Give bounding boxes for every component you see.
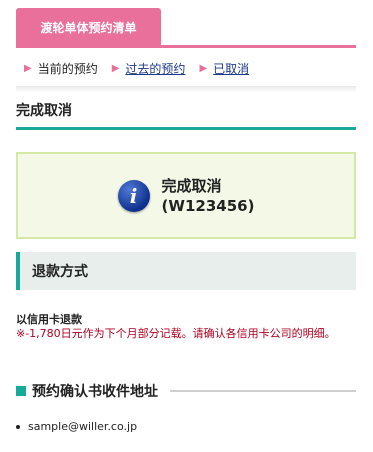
subnav-label: 已取消 [213, 61, 250, 76]
refund-heading: 退款方式 [16, 252, 356, 290]
subnav: ▶ 当前的预约 ▶ 过去的预约 ▶ 已取消 [16, 48, 356, 88]
subnav-cancelled[interactable]: ▶ 已取消 [199, 60, 249, 77]
page-title: 完成取消 [16, 103, 72, 119]
refund-method: 以信用卡退款 [16, 313, 82, 326]
arrow-right-icon: ▶ [199, 62, 208, 74]
subnav-past[interactable]: ▶ 过去的预约 [112, 60, 186, 77]
square-bullet-icon [16, 386, 26, 396]
notice-text: 完成取消 (W123456) [162, 176, 255, 216]
bullet-icon [16, 424, 20, 429]
subnav-label: 当前的预约 [37, 61, 98, 76]
reservation-list-tab[interactable]: 渡轮单体预约清单 [16, 8, 161, 46]
arrow-right-icon: ▶ [24, 62, 32, 74]
subnav-shadow [16, 86, 356, 92]
divider [170, 390, 356, 392]
notice-line1: 完成取消 [161, 176, 222, 195]
address-title: 预约确认书收件地址 [32, 384, 158, 400]
info-icon: i [117, 179, 150, 212]
refund-note: ※-1,780日元作为下个月部分记载。请确认各信用卡公司的明细。 [16, 327, 336, 340]
title-underline [16, 127, 356, 130]
cancellation-notice: i 完成取消 (W123456) [16, 152, 356, 239]
address-heading: 预约确认书收件地址 [16, 381, 356, 401]
email-address: sample@willer.co.jp [28, 420, 138, 433]
notice-line2: (W123456) [161, 196, 255, 215]
subnav-label: 过去的预约 [125, 61, 186, 76]
arrow-right-icon: ▶ [111, 62, 120, 74]
subnav-current[interactable]: ▶ 当前的预约 [24, 60, 98, 77]
email-item: sample@willer.co.jp [16, 420, 137, 433]
